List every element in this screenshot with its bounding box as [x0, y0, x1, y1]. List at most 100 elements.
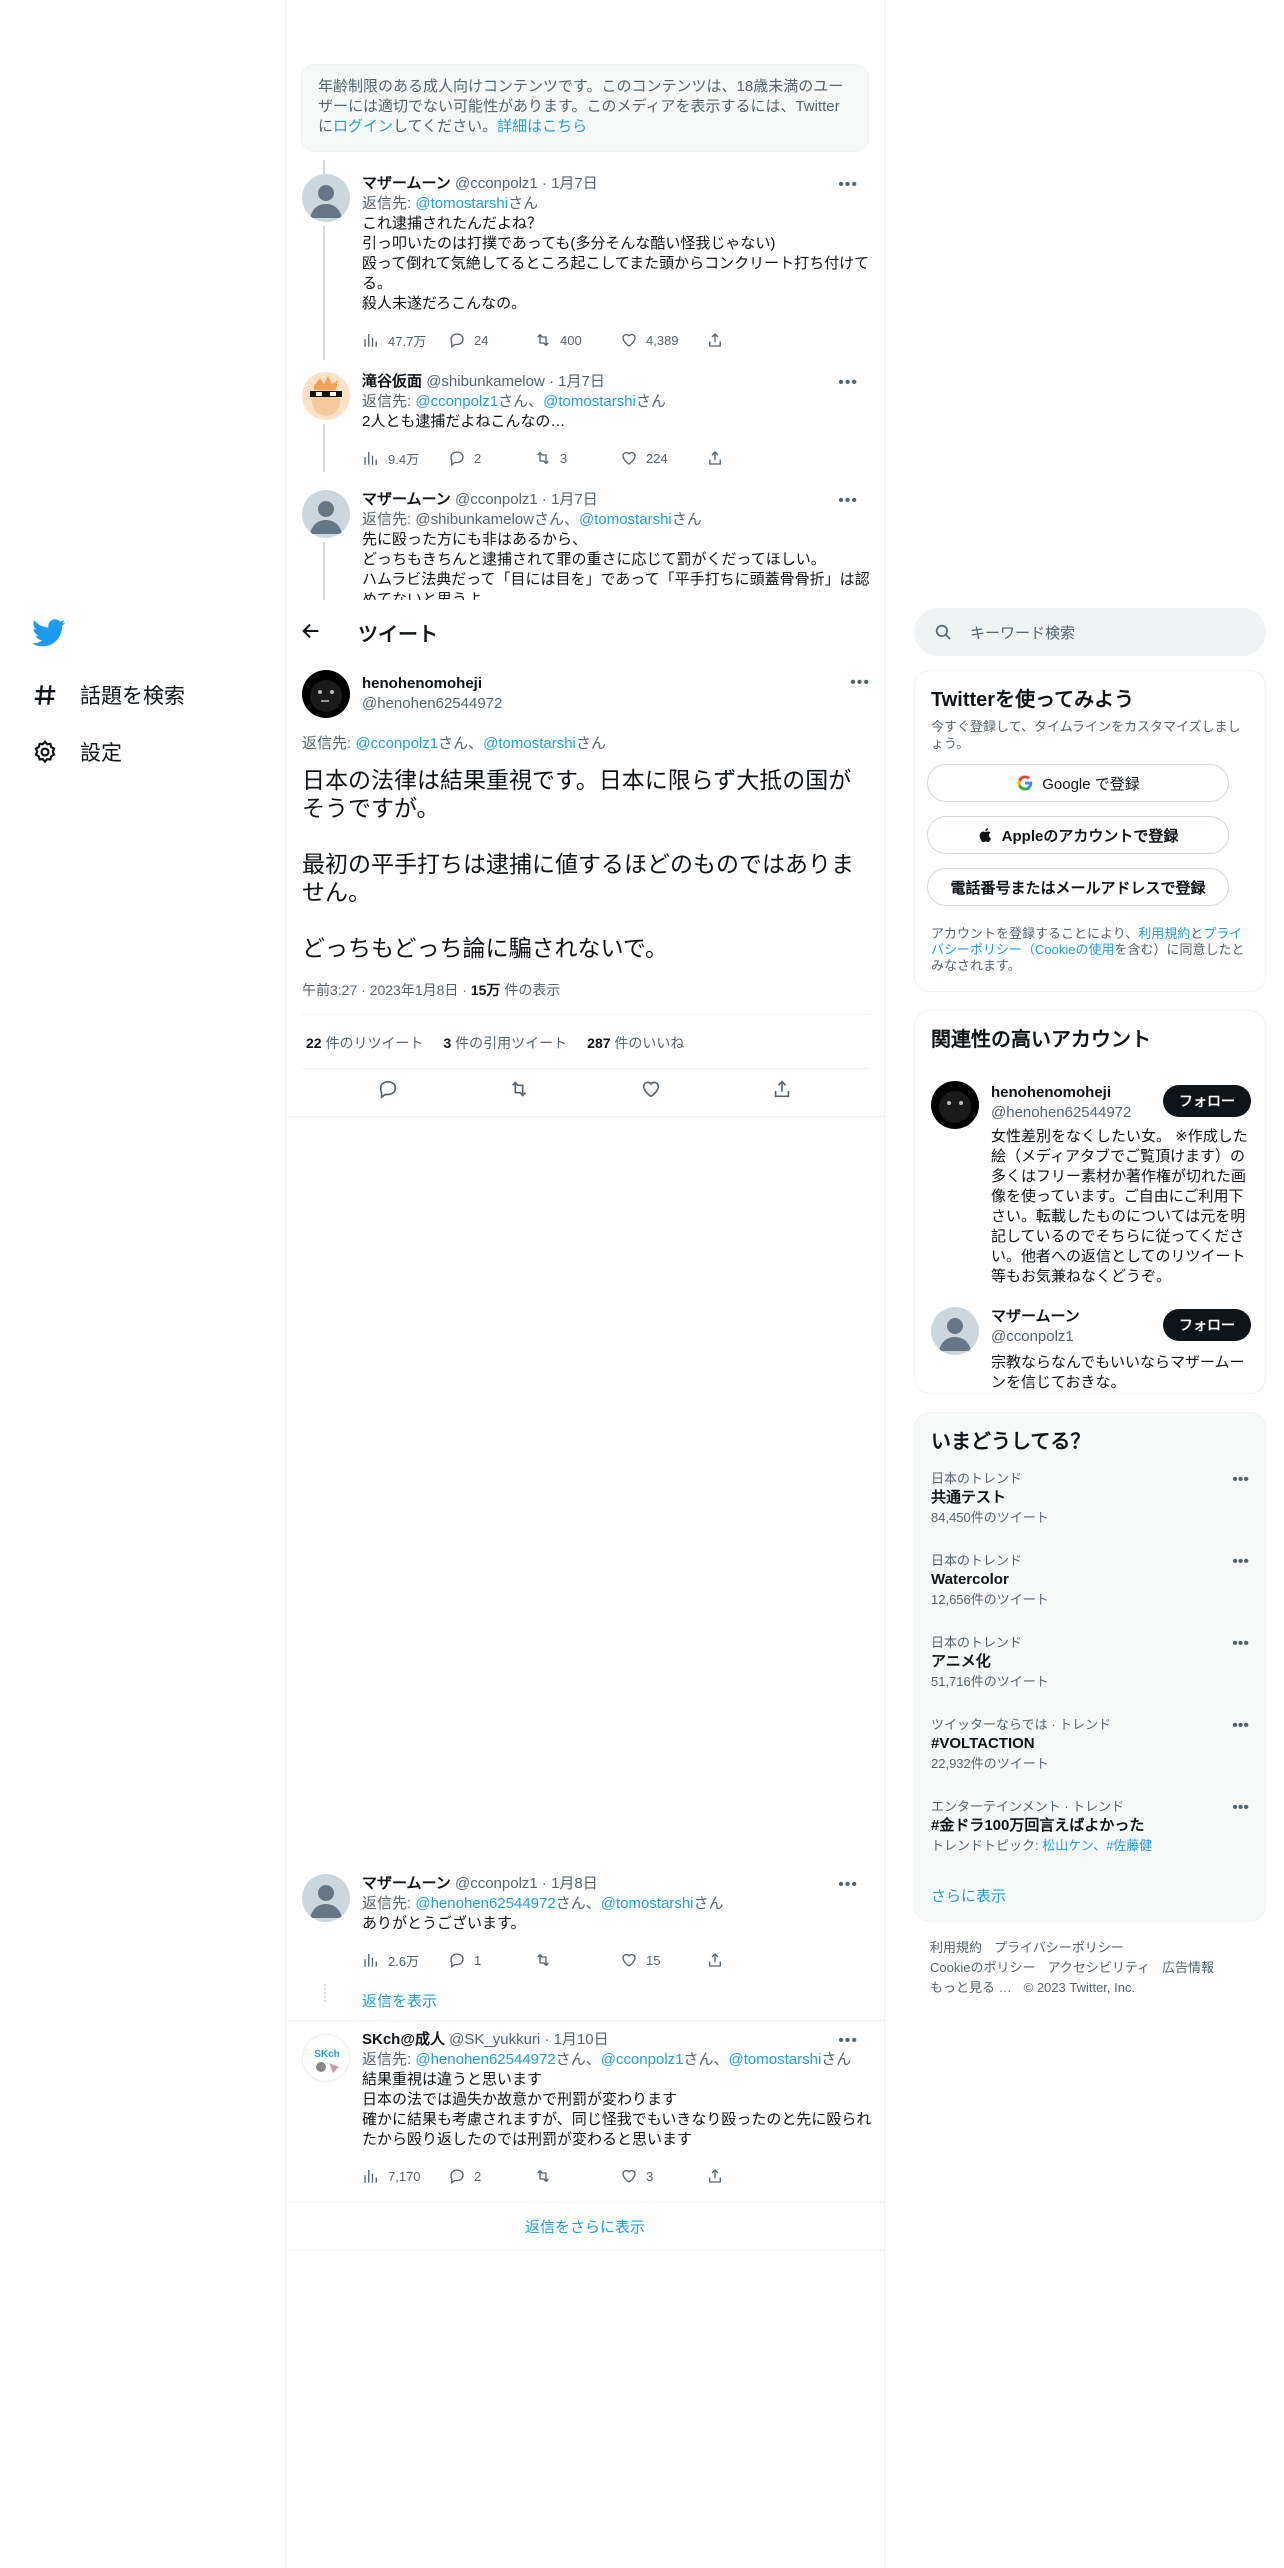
- search-bar[interactable]: キーワード検索: [914, 608, 1266, 656]
- more-options-icon[interactable]: •••: [1232, 1799, 1249, 1817]
- likes-stat[interactable]: 287 件のいいね: [587, 1033, 684, 1053]
- more-options-icon[interactable]: •••: [838, 1876, 858, 1894]
- views-button[interactable]: 47.7万: [362, 331, 448, 350]
- like-button[interactable]: 4,389: [620, 331, 706, 349]
- views-button[interactable]: 2.6万: [362, 1951, 448, 1970]
- avatar[interactable]: [302, 174, 350, 222]
- like-button[interactable]: 224: [620, 449, 706, 467]
- back-arrow-icon[interactable]: [300, 620, 322, 642]
- like-button[interactable]: 3: [620, 2167, 706, 2185]
- more-options-icon[interactable]: •••: [1232, 1553, 1249, 1571]
- tweet-author-name[interactable]: マザームーン: [362, 175, 451, 192]
- retweets-stat[interactable]: 22 件のリツイート: [306, 1033, 423, 1053]
- avatar[interactable]: [302, 670, 350, 718]
- reply-icon[interactable]: [377, 1078, 399, 1100]
- retweet-button[interactable]: 3: [534, 449, 620, 467]
- heart-icon[interactable]: [640, 1078, 662, 1100]
- like-button[interactable]: 15: [620, 1951, 706, 1969]
- footer-link[interactable]: アクセシビリティ: [1047, 1960, 1150, 1975]
- avatar[interactable]: [302, 490, 350, 538]
- mention-link[interactable]: @henohen62544972: [415, 1895, 555, 1912]
- trend-topic-link[interactable]: 松山ケン、#佐藤健: [1042, 1838, 1152, 1853]
- tweet-author-name[interactable]: 滝谷仮面: [362, 373, 422, 390]
- views-button[interactable]: 9.4万: [362, 449, 448, 468]
- phone-email-signup-button[interactable]: 電話番号またはメールアドレスで登録: [927, 868, 1229, 906]
- mention-link[interactable]: @tomostarshi: [543, 393, 636, 410]
- more-options-icon[interactable]: •••: [1232, 1471, 1249, 1489]
- more-options-icon[interactable]: •••: [1232, 1635, 1249, 1653]
- avatar[interactable]: [931, 1307, 979, 1355]
- mention-link[interactable]: @tomostarshi: [415, 195, 508, 212]
- more-options-icon[interactable]: •••: [838, 492, 858, 510]
- twitter-bird-icon[interactable]: [32, 616, 66, 650]
- more-options-icon[interactable]: •••: [850, 674, 870, 692]
- retweet-button[interactable]: [534, 2167, 620, 2185]
- views-button[interactable]: 7,170: [362, 2167, 448, 2185]
- avatar[interactable]: SKch: [302, 2034, 350, 2082]
- footer-link[interactable]: もっと見る …: [930, 1980, 1012, 1995]
- terms-link[interactable]: 利用規約: [1138, 926, 1190, 941]
- share-button[interactable]: [706, 331, 792, 349]
- more-options-icon[interactable]: •••: [838, 2032, 858, 2050]
- login-link[interactable]: ログイン: [333, 118, 393, 135]
- mention-link[interactable]: @henohen62544972: [415, 2051, 555, 2068]
- trend-item[interactable]: 日本のトレンド アニメ化 51,716件のツイート •••: [931, 1635, 1249, 1691]
- mention-link[interactable]: @cconpolz1: [355, 735, 438, 752]
- tweet-item[interactable]: マザームーン @cconpolz1 · 1月7日 ••• 返信先: @shibu…: [286, 490, 884, 600]
- trend-item[interactable]: 日本のトレンド 共通テスト 84,450件のツイート •••: [931, 1471, 1249, 1527]
- reply-button[interactable]: 2: [448, 2167, 534, 2185]
- apple-signup-button[interactable]: Appleのアカウントで登録: [927, 816, 1229, 854]
- share-button[interactable]: [706, 2167, 792, 2185]
- tweet-item[interactable]: マザームーン @cconpolz1 · 1月7日 ••• 返信先: @tomos…: [286, 174, 884, 360]
- footer-link[interactable]: Cookieのポリシー: [930, 1960, 1035, 1975]
- account-name[interactable]: henohenomoheji: [991, 1083, 1131, 1103]
- nav-explore[interactable]: 話題を検索: [32, 680, 185, 710]
- follow-button[interactable]: フォロー: [1163, 1085, 1251, 1117]
- trend-item[interactable]: 日本のトレンド Watercolor 12,656件のツイート •••: [931, 1553, 1249, 1609]
- retweet-button[interactable]: 400: [534, 331, 620, 349]
- google-signup-button[interactable]: Google で登録: [927, 764, 1229, 802]
- main-author-handle[interactable]: @henohen62544972: [362, 694, 502, 714]
- show-replies-link[interactable]: 返信を表示: [362, 1990, 872, 2011]
- learn-more-link[interactable]: 詳細はこちら: [497, 118, 587, 135]
- show-more-trends-link[interactable]: さらに表示: [931, 1885, 1006, 1906]
- trend-item[interactable]: エンターテインメント · トレンド #金ドラ100万回言えばよかった トレンドトピッ…: [931, 1799, 1249, 1855]
- show-more-replies-link[interactable]: 返信をさらに表示: [286, 2216, 884, 2237]
- footer-link[interactable]: 広告情報: [1162, 1960, 1214, 1975]
- tweet-author-name[interactable]: マザームーン: [362, 491, 451, 508]
- follow-button[interactable]: フォロー: [1163, 1309, 1251, 1341]
- tweet-item[interactable]: 滝谷仮面 @shibunkamelow · 1月7日 ••• 返信先: @cco…: [286, 372, 884, 472]
- tweet-author-name[interactable]: マザームーン: [362, 1875, 451, 1892]
- reply-button[interactable]: 2: [448, 449, 534, 467]
- account-name[interactable]: マザームーン: [991, 1307, 1080, 1327]
- mention-link[interactable]: @tomostarshi: [483, 735, 576, 752]
- related-account[interactable]: マザームーン @cconpolz1 フォロー 宗教ならなんでもいいならマザームー…: [915, 1291, 1267, 1391]
- share-button[interactable]: [706, 1951, 792, 1969]
- avatar[interactable]: [302, 372, 350, 420]
- more-options-icon[interactable]: •••: [838, 374, 858, 392]
- nav-settings[interactable]: 設定: [32, 737, 122, 767]
- retweet-icon[interactable]: [508, 1078, 530, 1100]
- trend-item[interactable]: ツイッターならでは · トレンド #VOLTACTION 22,932件のツイート •…: [931, 1717, 1249, 1773]
- avatar[interactable]: [302, 1874, 350, 1922]
- mention-link[interactable]: @tomostarshi: [729, 2051, 822, 2068]
- share-button[interactable]: [706, 449, 792, 467]
- related-account[interactable]: henohenomoheji @henohen62544972 フォロー 女性差…: [915, 1071, 1267, 1291]
- reply-tweet[interactable]: マザームーン @cconpolz1 · 1月8日 ••• 返信先: @henoh…: [286, 1874, 884, 2014]
- more-options-icon[interactable]: •••: [1232, 1717, 1249, 1735]
- mention-link[interactable]: @tomostarshi: [579, 511, 672, 528]
- tweet-author-name[interactable]: SKch@成人: [362, 2031, 445, 2048]
- footer-link[interactable]: 利用規約: [930, 1940, 982, 1955]
- mention-link[interactable]: @tomostarshi: [601, 1895, 694, 1912]
- mention-link[interactable]: @cconpolz1: [415, 393, 498, 410]
- reply-tweet[interactable]: SKch SKch@成人 @SK_yukkuri · 1月10日 ••• 返信先…: [286, 2030, 884, 2200]
- more-options-icon[interactable]: •••: [838, 176, 858, 194]
- reply-button[interactable]: 1: [448, 1951, 534, 1969]
- footer-link[interactable]: プライバシーポリシー: [994, 1940, 1124, 1955]
- share-icon[interactable]: [771, 1078, 793, 1100]
- retweet-button[interactable]: [534, 1951, 620, 1969]
- main-author-name[interactable]: henohenomoheji: [362, 674, 502, 694]
- search-placeholder[interactable]: キーワード検索: [970, 622, 1075, 643]
- quotes-stat[interactable]: 3 件の引用ツイート: [443, 1033, 567, 1053]
- reply-button[interactable]: 24: [448, 331, 534, 349]
